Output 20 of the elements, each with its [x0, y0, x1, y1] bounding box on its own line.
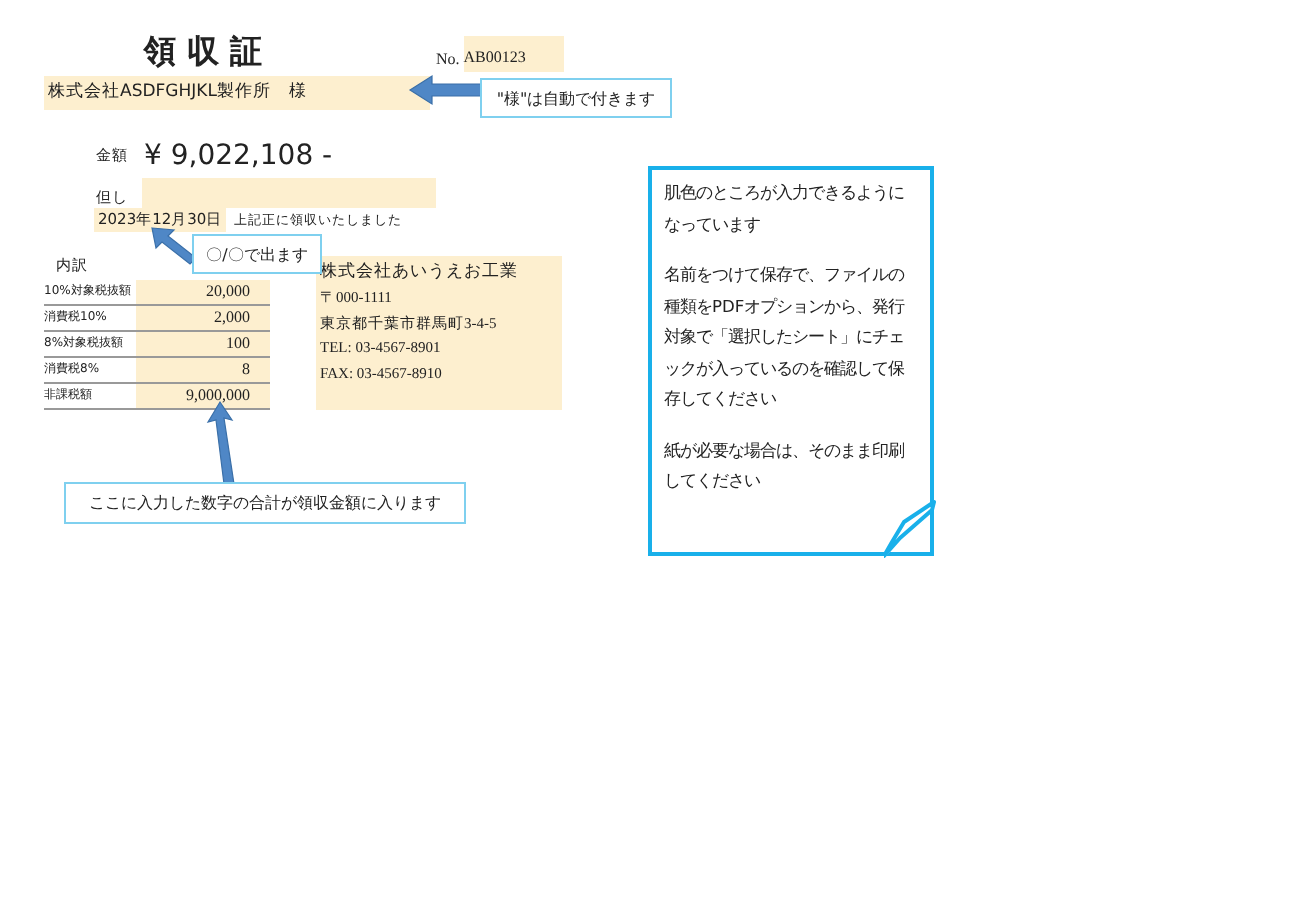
callout-note: ここに入力した数字の合計が領収金額に入ります — [64, 482, 466, 524]
addressee-field: 株式会社ASDFGHJKL製作所 様 — [44, 76, 430, 110]
note-paragraph: 紙が必要な場合は、そのまま印刷してください — [664, 437, 906, 494]
table-cell: 100 — [136, 332, 270, 356]
callout-arrow — [152, 228, 196, 264]
issuer-name: 株式会社あいうえお工業 — [320, 260, 520, 286]
callout-arrow — [212, 402, 240, 484]
table-cell: 20,000 — [136, 280, 270, 304]
table-cell: 8 — [136, 358, 270, 382]
table-cell: 2,000 — [136, 306, 270, 330]
callout-arrow — [410, 76, 482, 104]
number-label: No. — [436, 50, 460, 68]
note-paragraph: 肌色のところが入力できるようになっています — [664, 180, 906, 237]
table-cell: 9,000,000 — [136, 384, 270, 408]
callout-note: "様"は自動で付きます — [480, 78, 672, 118]
note-paragraph: 名前をつけて保存で、ファイルの種類をPDFオプションから、発行対象で「選択したシート」にチェックが入っているのを確認して保存してください — [664, 262, 907, 412]
receipt-number: AB00123 — [463, 36, 564, 72]
callout-note: 〇/〇で出ます — [192, 234, 322, 274]
receipt-title: 領 収 証 — [144, 32, 265, 72]
amount-value: ¥ 9,022,108 - — [144, 140, 333, 172]
